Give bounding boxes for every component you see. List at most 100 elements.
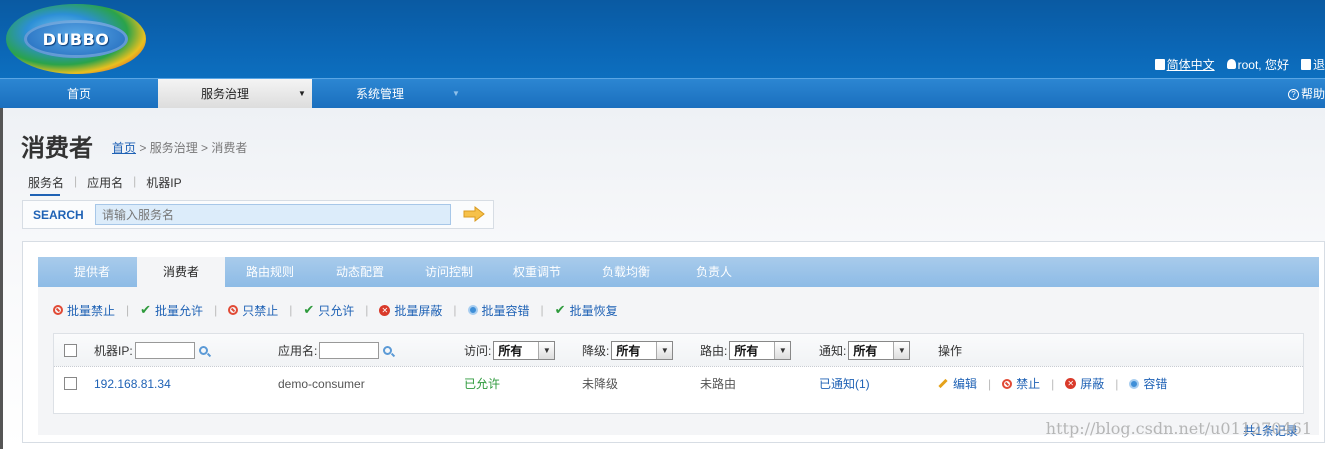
batch-tolerance-button[interactable]: 批量容错 xyxy=(467,302,530,319)
degrade-filter-label: 降级: xyxy=(582,344,610,358)
nav-item-home-label: 首页 xyxy=(66,87,91,101)
tab-owners[interactable]: 负责人 xyxy=(674,257,754,287)
top-header: DUBBO 简体中文 root, 您好 退 xyxy=(0,0,1325,78)
breadcrumb-trail: > 服务治理 > 消费者 xyxy=(136,141,248,155)
route-status: 未路由 xyxy=(700,377,737,391)
search-bar: SEARCH xyxy=(22,200,494,229)
consumers-table: 机器IP: 应用名: 访问: 所有 ▼ 降级: 所有 ▼ 路由: 所有 ▼ 通知… xyxy=(53,333,1304,414)
logo-text: DUBBO xyxy=(42,30,110,49)
help-label: 帮助 xyxy=(1300,87,1325,101)
user-icon xyxy=(1226,59,1236,69)
only-allow-button[interactable]: ✔ 只允许 xyxy=(303,302,354,319)
search-input[interactable] xyxy=(95,204,451,225)
degrade-select[interactable]: 所有 ▼ xyxy=(611,341,674,360)
access-status: 已允许 xyxy=(464,377,501,391)
divider: | xyxy=(365,303,369,317)
access-filter-label: 访问: xyxy=(464,344,492,358)
dubbo-logo[interactable]: DUBBO xyxy=(6,4,146,74)
help-link[interactable]: ? 帮助 xyxy=(1287,79,1325,109)
row-checkbox[interactable] xyxy=(64,377,77,390)
divider: | xyxy=(453,303,457,317)
header-links: 简体中文 root, 您好 退 xyxy=(1154,56,1325,73)
mode-tab-ip[interactable]: 机器IP xyxy=(146,174,181,191)
app-filter-input[interactable] xyxy=(319,342,380,359)
mode-tab-service[interactable]: 服务名 xyxy=(28,174,64,196)
only-forbid-button[interactable]: 只禁止 xyxy=(228,302,278,319)
row-select-cell xyxy=(64,367,77,400)
help-icon: ? xyxy=(1287,88,1299,100)
action-label: 只允许 xyxy=(318,303,355,318)
search-icon[interactable] xyxy=(198,346,208,355)
batch-allow-button[interactable]: ✔ 批量允许 xyxy=(140,302,203,319)
caret-down-icon: ▼ xyxy=(452,89,460,98)
tolerance-label: 容错 xyxy=(1143,377,1168,391)
consumer-panel: 提供者 消费者 路由规则 动态配置 访问控制 权重调节 负载均衡 负责人 批量禁… xyxy=(22,241,1325,443)
table-row: 192.168.81.34 demo-consumer 已允许 未降级 未路由 … xyxy=(54,367,1303,400)
tab-weights[interactable]: 权重调节 xyxy=(497,257,577,287)
tab-access-control[interactable]: 访问控制 xyxy=(409,257,489,287)
logout-label: 退 xyxy=(1312,57,1325,72)
edit-label: 编辑 xyxy=(953,377,978,391)
consumer-app: demo-consumer xyxy=(278,376,365,391)
notify-select[interactable]: 所有 ▼ xyxy=(848,341,911,360)
mode-tab-application[interactable]: 应用名 xyxy=(87,174,123,191)
tolerance-button[interactable]: 容错 xyxy=(1129,375,1167,392)
block-button[interactable]: ✕ 屏蔽 xyxy=(1065,375,1104,392)
bulk-actions: 批量禁止 | ✔ 批量允许 | 只禁止 | ✔ 只允许 | ✕ 批量屏蔽 | 批量容错… xyxy=(53,301,618,319)
divider: | xyxy=(214,303,218,317)
chevron-down-icon: ▼ xyxy=(774,342,791,359)
tab-consumers[interactable]: 消费者 xyxy=(137,257,225,287)
batch-block-button[interactable]: ✕ 批量屏蔽 xyxy=(379,302,442,319)
access-select[interactable]: 所有 ▼ xyxy=(493,341,556,360)
ip-filter: 机器IP: xyxy=(94,334,208,367)
batch-forbid-button[interactable]: 批量禁止 xyxy=(53,302,115,319)
action-label: 批量允许 xyxy=(155,303,204,318)
action-label: 批量禁止 xyxy=(67,303,116,318)
route-filter: 路由: 所有 ▼ xyxy=(700,334,792,367)
language-icon xyxy=(1154,58,1165,70)
select-all-cell xyxy=(64,334,77,367)
select-all-checkbox[interactable] xyxy=(64,344,77,357)
batch-recover-button[interactable]: ✔ 批量恢复 xyxy=(555,302,618,319)
logout-icon xyxy=(1300,58,1311,70)
logo-badge: DUBBO xyxy=(24,20,128,58)
chevron-down-icon: ▼ xyxy=(538,342,555,359)
notify-status-link[interactable]: 已通知(1) xyxy=(819,367,870,400)
action-label: 批量容错 xyxy=(481,303,530,318)
divider: | xyxy=(988,376,992,391)
search-icon[interactable] xyxy=(383,346,393,355)
nav-item-system-admin[interactable]: 系统管理 ▼ xyxy=(312,79,468,109)
nav-item-service-governance-label: 服务治理 xyxy=(200,87,249,101)
tab-load-balance[interactable]: 负载均衡 xyxy=(586,257,666,287)
search-mode-tabs: 服务名 | 应用名 | 机器IP xyxy=(28,174,182,196)
forbid-button[interactable]: 禁止 xyxy=(1002,375,1040,392)
logout-link[interactable]: 退 xyxy=(1300,56,1325,73)
divider: | xyxy=(1115,376,1119,391)
language-label: 简体中文 xyxy=(1166,57,1215,72)
tab-routes[interactable]: 路由规则 xyxy=(230,257,310,287)
pencil-icon xyxy=(938,378,948,389)
watermark: http://blog.csdn.net/u011270461 xyxy=(1045,419,1312,438)
access-filter: 访问: 所有 ▼ xyxy=(464,334,556,367)
tolerance-icon xyxy=(467,305,478,315)
nav-item-home[interactable]: 首页 xyxy=(0,79,158,109)
access-select-value: 所有 xyxy=(498,344,523,358)
ban-icon xyxy=(1002,378,1013,389)
operations-header: 操作 xyxy=(938,344,963,358)
ip-filter-input[interactable] xyxy=(134,342,195,359)
nav-item-service-governance[interactable]: 服务治理 ▼ xyxy=(158,79,312,109)
consumer-ip-link[interactable]: 192.168.81.34 xyxy=(94,367,171,400)
route-select-value: 所有 xyxy=(734,344,759,358)
arrow-right-icon[interactable] xyxy=(463,206,485,222)
window-edge xyxy=(0,108,3,449)
language-link[interactable]: 简体中文 xyxy=(1154,56,1215,73)
route-select[interactable]: 所有 ▼ xyxy=(729,341,792,360)
edit-button[interactable]: 编辑 xyxy=(938,375,977,392)
notify-filter-label: 通知: xyxy=(819,344,847,358)
app-filter-label: 应用名: xyxy=(278,344,318,358)
ban-icon xyxy=(228,305,239,315)
tab-dynamic-config[interactable]: 动态配置 xyxy=(320,257,400,287)
breadcrumb-home-link[interactable]: 首页 xyxy=(112,141,136,155)
tab-providers[interactable]: 提供者 xyxy=(52,257,132,287)
panel-tabs: 提供者 消费者 路由规则 动态配置 访问控制 权重调节 负载均衡 负责人 xyxy=(38,257,1319,287)
